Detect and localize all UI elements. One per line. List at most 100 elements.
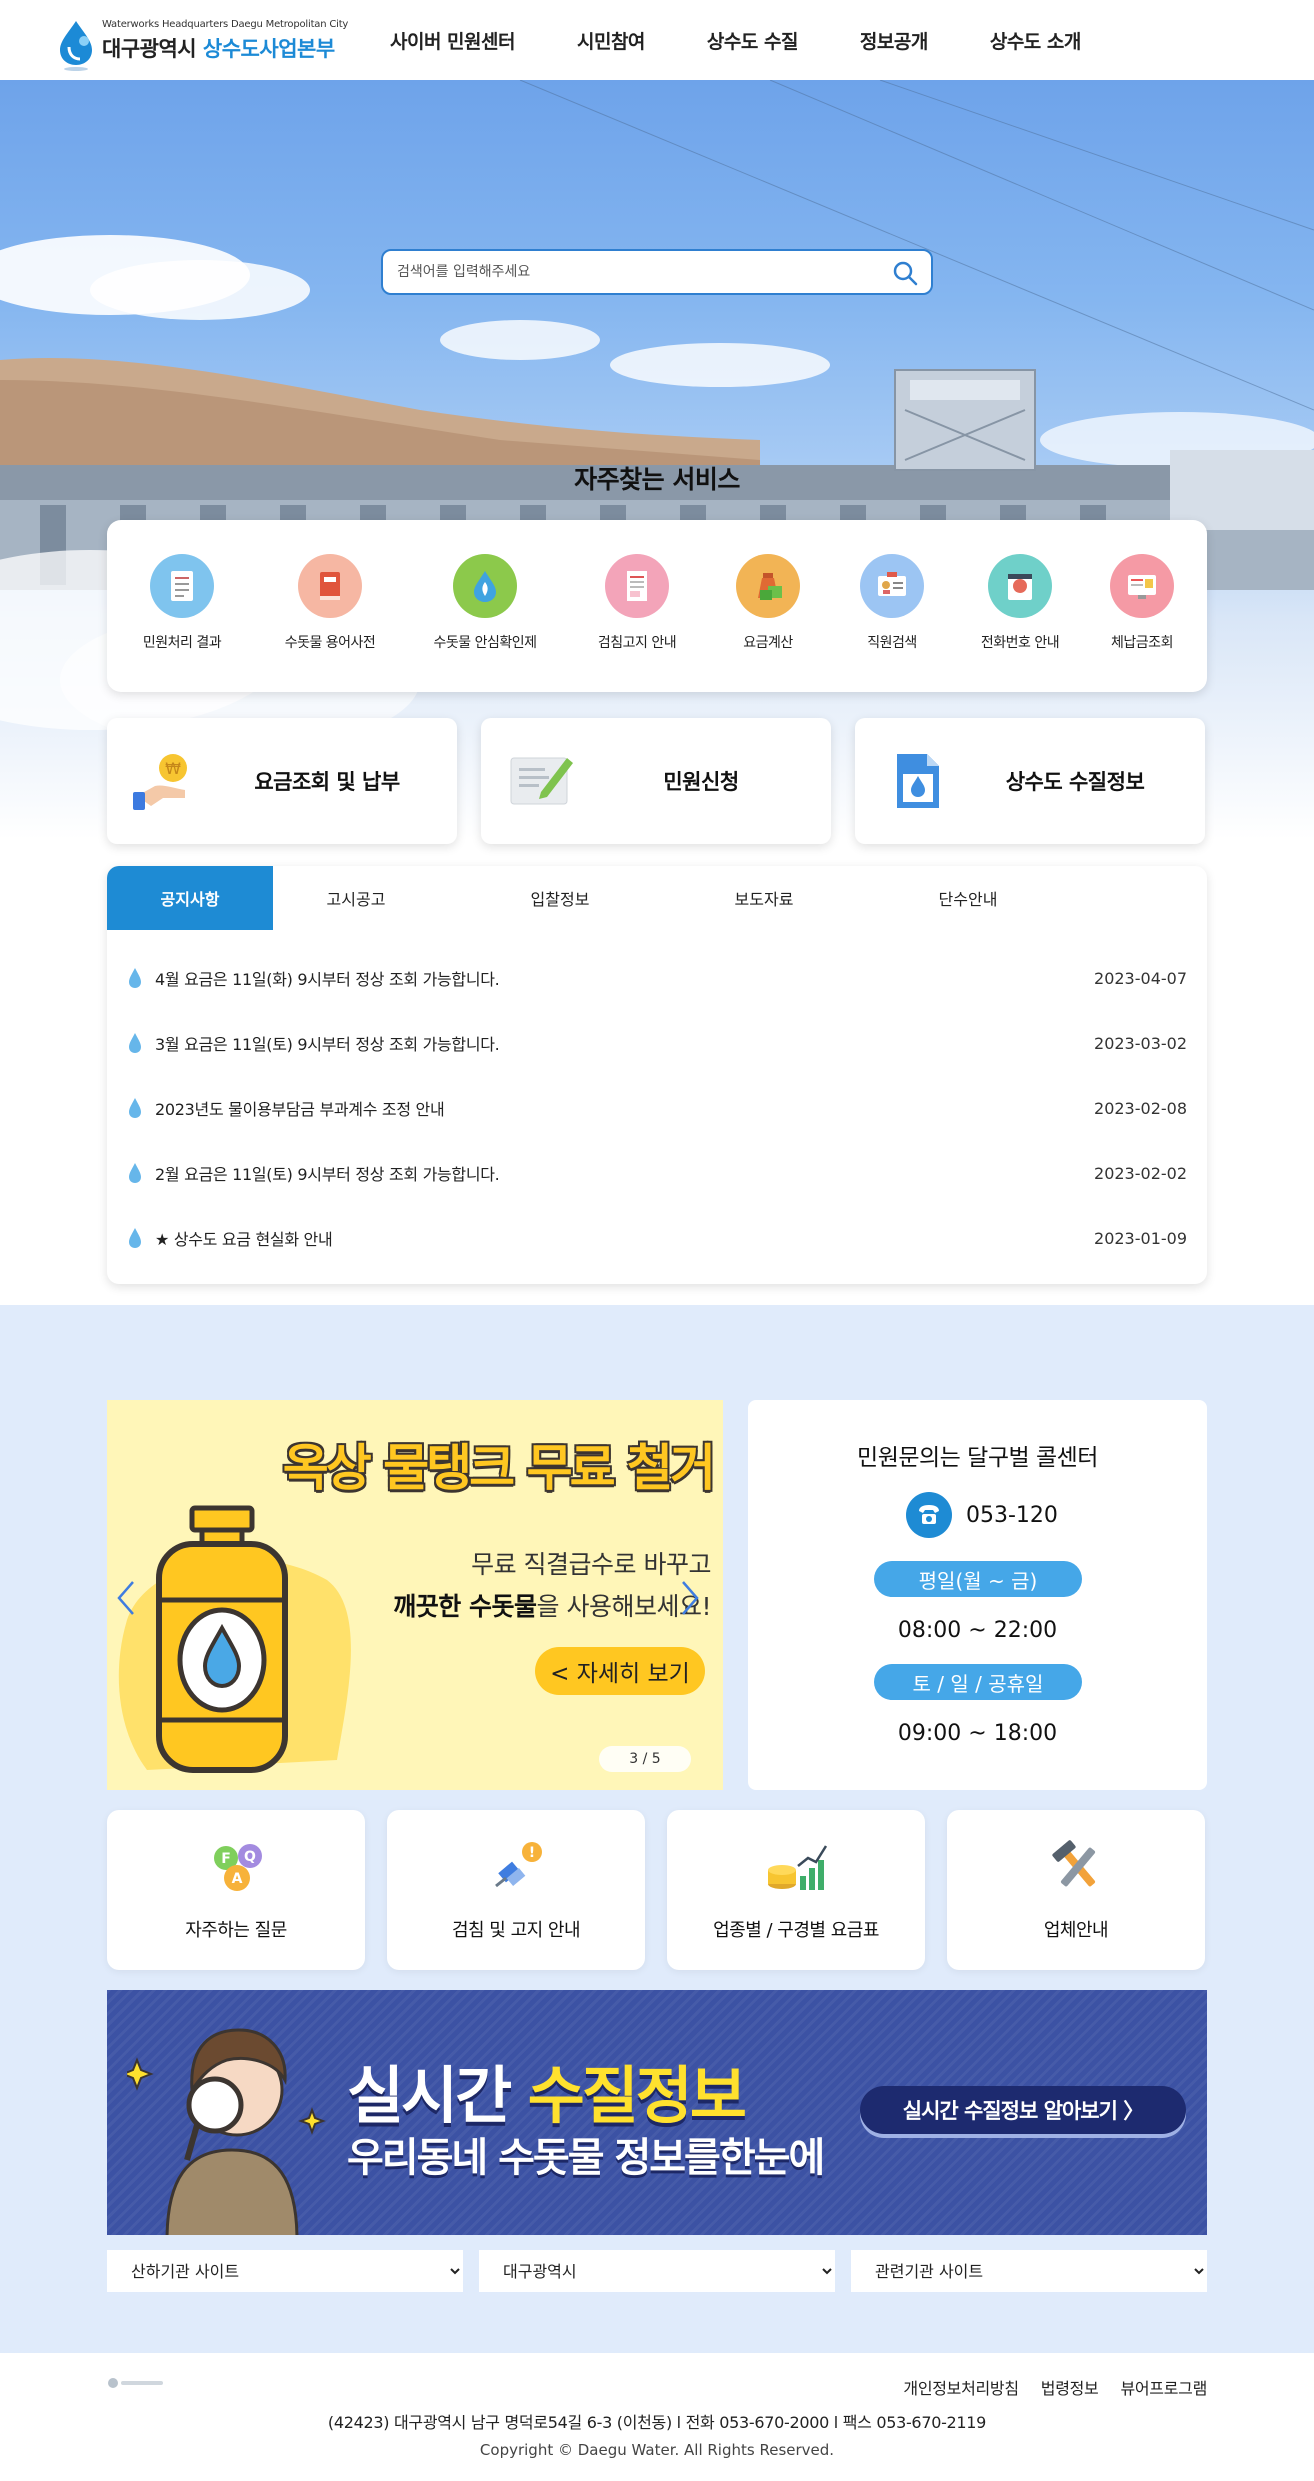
tab-public-notices[interactable]: 고시공고 <box>273 866 439 930</box>
service-complaint-result[interactable]: 민원처리 결과 <box>117 554 247 652</box>
chevron-left-icon[interactable] <box>115 1578 137 1618</box>
search-icon[interactable] <box>891 259 919 287</box>
notice-item[interactable]: 2023년도 물이용부담금 부과계수 조정 안내 2023-02-08 <box>127 1088 1187 1128</box>
svg-text:F: F <box>221 1851 231 1867</box>
nav-item-water-quality[interactable]: 상수도 수질 <box>707 27 799 54</box>
privacy-policy-link[interactable]: 개인정보처리방침 <box>903 2375 1019 2399</box>
tab-press[interactable]: 보도자료 <box>681 866 847 930</box>
call-center-phone[interactable]: 053-120 <box>906 1492 1058 1538</box>
call-center-panel: 민원문의는 달구벌 콜센터 053-120 평일(월 ~ 금) 08:00 ~ … <box>748 1400 1207 1790</box>
site-footer: 개인정보처리방침 법령정보 뷰어프로그램 (42423) 대구광역시 남구 명덕… <box>0 2353 1314 2481</box>
svg-text:!: ! <box>529 1845 535 1861</box>
money-bag-icon <box>736 554 800 618</box>
service-phone-directory[interactable]: 전화번호 안내 <box>955 554 1085 652</box>
water-drop-icon <box>129 1098 141 1118</box>
logo-korean-name: 대구광역시 상수도사업본부 <box>102 37 335 61</box>
viewer-program-link[interactable]: 뷰어프로그램 <box>1120 2375 1207 2399</box>
pencil-form-icon <box>510 757 573 805</box>
chevron-right-icon[interactable] <box>679 1578 701 1618</box>
promo-carousel: 옥상 물탱크 무료 철거 무료 직결급수로 바꾸고 깨끗한 수돗물을 사용해보세… <box>107 1400 723 1790</box>
fee-inquiry-card[interactable]: ₩ 요금조회 및 납부 <box>107 718 457 844</box>
document-list-icon <box>150 554 214 618</box>
tab-water-outage[interactable]: 단수안내 <box>885 866 1051 930</box>
service-fee-calculator[interactable]: 요금계산 <box>703 554 833 652</box>
promo-line-1: 무료 직결급수로 바꾸고 <box>471 1550 711 1579</box>
faq-bubbles-icon: F Q A <box>214 1844 262 1891</box>
water-drop-icon <box>129 1163 141 1183</box>
water-tank-illustration <box>118 1505 351 1773</box>
weekend-label: 토 / 일 / 공휴일 <box>874 1664 1082 1700</box>
site-header: Waterworks Headquarters Daegu Metropolit… <box>0 0 1314 80</box>
tab-bids[interactable]: 입찰정보 <box>477 866 643 930</box>
footer-links: 개인정보처리방침 법령정보 뷰어프로그램 <box>881 2375 1207 2399</box>
water-leaf-icon <box>453 554 517 618</box>
service-safe-water-check[interactable]: 수돗물 안심확인제 <box>420 554 550 652</box>
hero-section: 자주찾는 서비스 민원처리 결과 수돗물 용어사전 수돗물 안심확인제 검침고지… <box>0 80 1314 1305</box>
hammer-wrench-icon <box>1052 1840 1096 1887</box>
legal-info-link[interactable]: 법령정보 <box>1041 2375 1099 2399</box>
service-glossary[interactable]: 수돗물 용어사전 <box>265 554 395 652</box>
complaint-application-card[interactable]: 민원신청 <box>481 718 831 844</box>
meter-reading-card[interactable]: ! 검침 및 고지 안내 <box>387 1810 645 1970</box>
service-staff-search[interactable]: 직원검색 <box>827 554 957 652</box>
nav-item-info-disclosure[interactable]: 정보공개 <box>860 27 928 54</box>
banner-title: 실시간 수질정보 <box>347 2059 747 2132</box>
id-card-icon <box>860 554 924 618</box>
water-quality-banner[interactable]: 실시간 수질정보 우리동네 수돗물 정보를한눈에 실시간 수질정보 알아보기 〉 <box>107 1990 1207 2235</box>
carousel-pager: 3 / 5 <box>599 1746 691 1772</box>
magnifier-person-illustration <box>127 2028 326 2235</box>
notice-item[interactable]: 2월 요금은 11일(토) 9시부터 정상 조회 가능합니다. 2023-02-… <box>127 1153 1187 1193</box>
company-guide-card[interactable]: 업체안내 <box>947 1810 1205 1970</box>
notice-item[interactable]: ★ 상수도 요금 현실화 안내 2023-01-09 <box>127 1218 1187 1258</box>
search-input[interactable] <box>397 261 857 283</box>
promo-line-2: 깨끗한 수돗물을 사용해보세요! <box>393 1592 711 1621</box>
water-drop-icon <box>129 1228 141 1248</box>
book-icon <box>298 554 362 618</box>
nav-item-cyber-center[interactable]: 사이버 민원센터 <box>390 27 515 54</box>
coins-chart-icon <box>768 1845 828 1890</box>
service-meter-notice[interactable]: 검침고지 안내 <box>572 554 702 652</box>
main-nav: 사이버 민원센터 시민참여 상수도 수질 정보공개 상수도 소개 <box>390 0 1143 80</box>
site-logo[interactable]: Waterworks Headquarters Daegu Metropolit… <box>54 17 348 71</box>
weekday-hours: 08:00 ~ 22:00 <box>897 1618 1058 1643</box>
weekend-hours: 09:00 ~ 18:00 <box>897 1721 1058 1746</box>
footer-copyright: Copyright © Daegu Water. All Rights Rese… <box>479 2441 835 2459</box>
promo-detail-button[interactable]: < 자세히 보기 <box>535 1647 705 1695</box>
footer-address: (42423) 대구광역시 남구 명덕로54길 6-3 (이천동) l 전화 0… <box>327 2413 987 2432</box>
phone-book-icon <box>988 554 1052 618</box>
notice-item[interactable]: 3월 요금은 11일(토) 9시부터 정상 조회 가능합니다. 2023-03-… <box>127 1023 1187 1063</box>
daegu-city-select[interactable]: 대구광역시 <box>479 2250 835 2292</box>
promo-title: 옥상 물탱크 무료 철거 <box>282 1439 716 1497</box>
service-arrears-lookup[interactable]: 체납금조회 <box>1077 554 1207 652</box>
faq-card[interactable]: F Q A 자주하는 질문 <box>107 1810 365 1970</box>
banner-learn-more-button[interactable]: 실시간 수질정보 알아보기 〉 <box>860 2086 1186 2134</box>
nav-item-participation[interactable]: 시민참여 <box>577 27 645 54</box>
notice-board: 공지사항 고시공고 입찰정보 보도자료 단수안내 4월 요금은 11일(화) 9… <box>107 866 1207 1284</box>
water-quality-info-card[interactable]: 상수도 수질정보 <box>855 718 1205 844</box>
tab-notices[interactable]: 공지사항 <box>107 866 273 930</box>
frequent-services-panel: 민원처리 결과 수돗물 용어사전 수돗물 안심확인제 검침고지 안내 요금계산 <box>107 520 1207 692</box>
rate-table-card[interactable]: 업종별 / 구경별 요금표 <box>667 1810 925 1970</box>
water-document-icon <box>897 754 939 808</box>
nav-item-about[interactable]: 상수도 소개 <box>990 27 1082 54</box>
notice-item[interactable]: 4월 요금은 11일(화) 9시부터 정상 조회 가능합니다. 2023-04-… <box>127 958 1187 998</box>
footer-logo-icon <box>108 2378 163 2388</box>
frequent-services-title: 자주찾는 서비스 <box>574 465 740 494</box>
monitor-won-icon <box>1110 554 1174 618</box>
svg-text:Q: Q <box>244 1849 256 1865</box>
telephone-icon <box>906 1492 952 1538</box>
water-drop-icon <box>129 968 141 988</box>
logo-english-name: Waterworks Headquarters Daegu Metropolit… <box>102 19 349 30</box>
water-drop-icon <box>129 1033 141 1053</box>
search-bar <box>381 249 933 295</box>
banner-subtitle: 우리동네 수돗물 정보를한눈에 <box>347 2135 825 2181</box>
svg-text:₩: ₩ <box>165 759 181 778</box>
related-sites-select[interactable]: 관련기관 사이트 <box>851 2250 1207 2292</box>
weekday-label: 평일(월 ~ 금) <box>874 1561 1082 1597</box>
affiliated-sites-select[interactable]: 산하기관 사이트 <box>107 2250 463 2292</box>
notice-tabs: 공지사항 고시공고 입찰정보 보도자료 단수안내 <box>107 866 1207 930</box>
call-center-title: 민원문의는 달구벌 콜센터 <box>857 1445 1098 1471</box>
svg-text:A: A <box>232 1871 243 1887</box>
water-drop-logo-icon <box>60 21 92 71</box>
receipt-icon <box>605 554 669 618</box>
